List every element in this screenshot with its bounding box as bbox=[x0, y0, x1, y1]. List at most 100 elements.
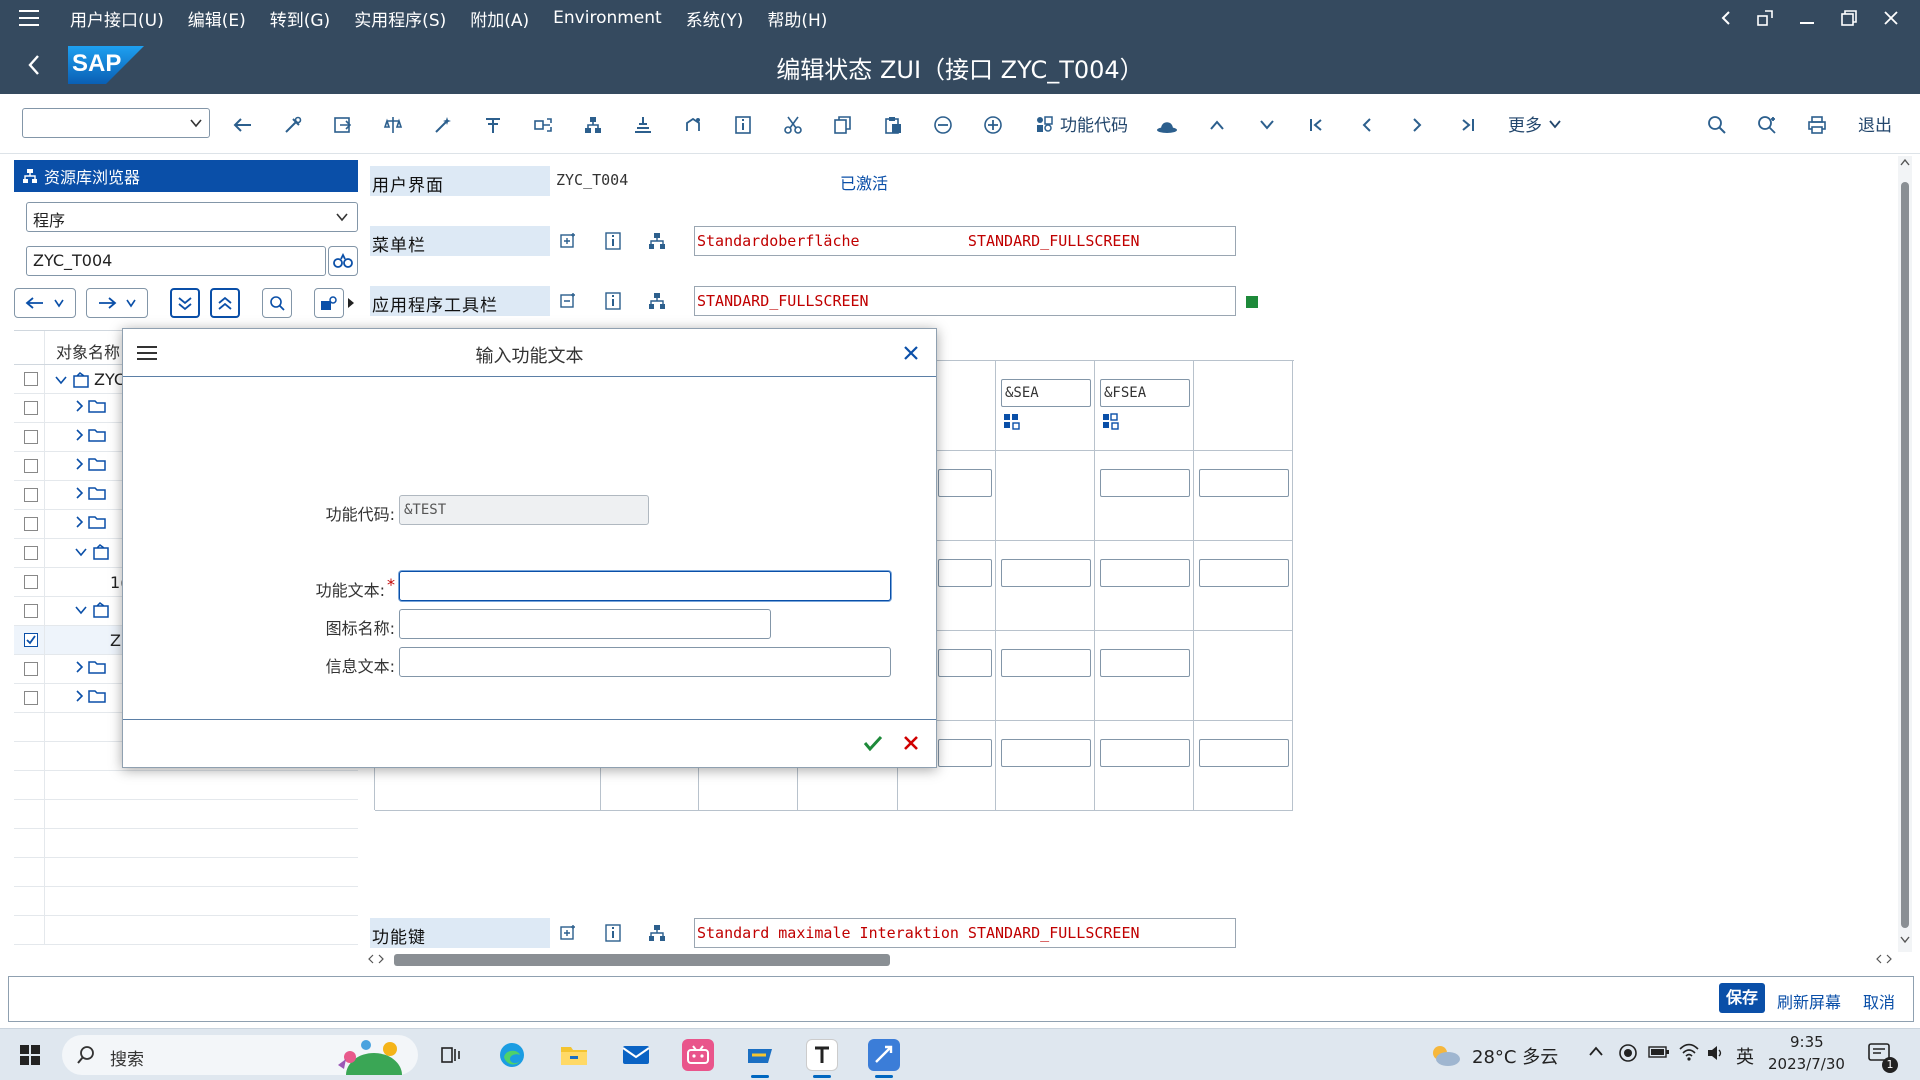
vertical-scrollbar[interactable] bbox=[1898, 156, 1912, 952]
tree-node[interactable] bbox=[74, 515, 106, 529]
copy-icon[interactable] bbox=[832, 114, 854, 136]
scroll-up-icon[interactable] bbox=[1900, 158, 1910, 166]
minimize-icon[interactable] bbox=[1798, 9, 1816, 27]
chevron-down-icon[interactable] bbox=[74, 604, 88, 616]
menu-help[interactable]: 帮助(H) bbox=[755, 6, 839, 31]
save-button[interactable]: 保存 bbox=[1719, 983, 1765, 1013]
row-checkbox-checked[interactable] bbox=[24, 633, 38, 647]
where-used-icon[interactable] bbox=[532, 114, 554, 136]
cancel-x-icon[interactable] bbox=[903, 735, 919, 751]
function-code-button[interactable]: 功能代码 bbox=[1034, 111, 1128, 136]
info-icon[interactable] bbox=[602, 922, 624, 944]
function-slot-input[interactable] bbox=[938, 649, 992, 677]
close-window-icon[interactable] bbox=[1882, 9, 1900, 27]
display-object-list-icon[interactable] bbox=[682, 114, 704, 136]
object-name-input[interactable]: ZYC_T004 bbox=[26, 246, 326, 276]
print-icon[interactable] bbox=[1806, 114, 1828, 136]
record-icon[interactable] bbox=[1618, 1043, 1638, 1063]
windows-start-icon[interactable] bbox=[14, 1039, 46, 1071]
hierarchy-icon[interactable] bbox=[582, 114, 604, 136]
chevron-down-icon[interactable] bbox=[189, 116, 203, 130]
text-editor-icon[interactable] bbox=[806, 1039, 838, 1071]
hierarchy-icon[interactable] bbox=[646, 230, 668, 252]
scroll-right-icon[interactable] bbox=[1876, 954, 1892, 964]
menu-utilities[interactable]: 实用程序(S) bbox=[342, 6, 458, 31]
edge-browser-icon[interactable] bbox=[496, 1039, 528, 1071]
input-method-indicator[interactable]: 英 bbox=[1736, 1043, 1754, 1069]
caret-right-icon[interactable] bbox=[348, 298, 354, 308]
function-slot-input[interactable]: &SEA bbox=[1001, 379, 1091, 407]
pin-window-icon[interactable] bbox=[1756, 9, 1774, 27]
chevron-right-icon[interactable] bbox=[74, 689, 84, 703]
row-checkbox[interactable] bbox=[24, 517, 38, 531]
function-slot-input[interactable] bbox=[938, 469, 992, 497]
chevron-right-icon[interactable] bbox=[74, 515, 84, 529]
chevron-down-icon[interactable] bbox=[74, 546, 88, 558]
row-checkbox[interactable] bbox=[24, 459, 38, 473]
command-field[interactable] bbox=[22, 108, 210, 138]
first-page-icon[interactable] bbox=[1306, 114, 1328, 136]
clock-time[interactable]: 9:35 bbox=[1790, 1033, 1824, 1051]
row-checkbox[interactable] bbox=[24, 372, 38, 386]
more-menu-button[interactable]: 更多 bbox=[1508, 111, 1562, 136]
previous-page-icon[interactable] bbox=[1356, 114, 1378, 136]
cut-icon[interactable] bbox=[782, 114, 804, 136]
mail-icon[interactable] bbox=[620, 1039, 652, 1071]
chevron-up-icon[interactable] bbox=[1206, 114, 1228, 136]
clock-date[interactable]: 2023/7/30 bbox=[1768, 1055, 1845, 1073]
bilibili-icon[interactable] bbox=[682, 1039, 714, 1071]
collapse-all-button[interactable] bbox=[210, 288, 240, 318]
display-binoculars-button[interactable] bbox=[328, 246, 358, 276]
test-icon[interactable] bbox=[482, 114, 504, 136]
function-text-input[interactable] bbox=[399, 571, 891, 601]
function-slot-input[interactable] bbox=[1001, 739, 1091, 767]
menu-system[interactable]: 系统(Y) bbox=[674, 6, 756, 31]
info-icon[interactable] bbox=[602, 290, 624, 312]
tree-node[interactable]: Z bbox=[110, 631, 121, 650]
function-slot-input[interactable] bbox=[938, 739, 992, 767]
chevron-right-icon[interactable] bbox=[74, 457, 84, 471]
row-checkbox[interactable] bbox=[24, 488, 38, 502]
function-slot-input[interactable] bbox=[1100, 469, 1190, 497]
tree-node[interactable] bbox=[74, 660, 106, 674]
add-icon[interactable] bbox=[558, 922, 580, 944]
repository-browser-header[interactable]: 资源库浏览器 bbox=[14, 160, 358, 192]
function-slot-input[interactable] bbox=[1100, 649, 1190, 677]
function-slot-input[interactable] bbox=[1199, 469, 1289, 497]
info-icon[interactable] bbox=[602, 230, 624, 252]
file-explorer-icon[interactable] bbox=[558, 1039, 590, 1071]
collapse-icon[interactable] bbox=[932, 114, 954, 136]
horizontal-scrollbar[interactable] bbox=[368, 952, 1898, 968]
hamburger-menu-icon[interactable] bbox=[0, 10, 58, 26]
scroll-down-icon[interactable] bbox=[1900, 936, 1910, 944]
add-icon[interactable] bbox=[558, 290, 580, 312]
info-text-input[interactable] bbox=[399, 647, 891, 677]
task-view-icon[interactable] bbox=[434, 1039, 466, 1071]
row-checkbox[interactable] bbox=[24, 575, 38, 589]
function-assign-icon[interactable] bbox=[1102, 413, 1120, 431]
menu-extras[interactable]: 附加(A) bbox=[458, 6, 541, 31]
function-slot-input[interactable] bbox=[938, 559, 992, 587]
chevron-left-icon[interactable] bbox=[1720, 10, 1732, 26]
tree-node[interactable]: ZYC bbox=[54, 370, 125, 389]
check-icon[interactable] bbox=[382, 114, 404, 136]
menu-environment[interactable]: Environment bbox=[541, 8, 674, 28]
next-page-icon[interactable] bbox=[1406, 114, 1428, 136]
menu-edit[interactable]: 编辑(E) bbox=[176, 6, 258, 31]
sap-gui-icon[interactable] bbox=[868, 1039, 900, 1071]
chevron-right-icon[interactable] bbox=[74, 660, 84, 674]
taskbar-search-box[interactable]: 搜索 bbox=[62, 1035, 418, 1075]
function-slot-input[interactable] bbox=[1199, 739, 1289, 767]
chevron-down-icon[interactable] bbox=[54, 374, 68, 386]
row-checkbox[interactable] bbox=[24, 430, 38, 444]
tree-node[interactable] bbox=[74, 428, 106, 442]
function-keys-value[interactable]: Standard maximale Interaktion STANDARD_F… bbox=[694, 918, 1236, 948]
weather-text[interactable]: 28°C 多云 bbox=[1472, 1043, 1558, 1069]
icon-name-input[interactable] bbox=[399, 609, 771, 639]
chevron-right-icon[interactable] bbox=[74, 399, 84, 413]
menu-goto[interactable]: 转到(G) bbox=[258, 6, 342, 31]
back-arrow-icon[interactable] bbox=[232, 114, 254, 136]
close-icon[interactable] bbox=[903, 345, 919, 361]
find-button[interactable] bbox=[262, 288, 292, 318]
function-slot-input[interactable] bbox=[1001, 559, 1091, 587]
